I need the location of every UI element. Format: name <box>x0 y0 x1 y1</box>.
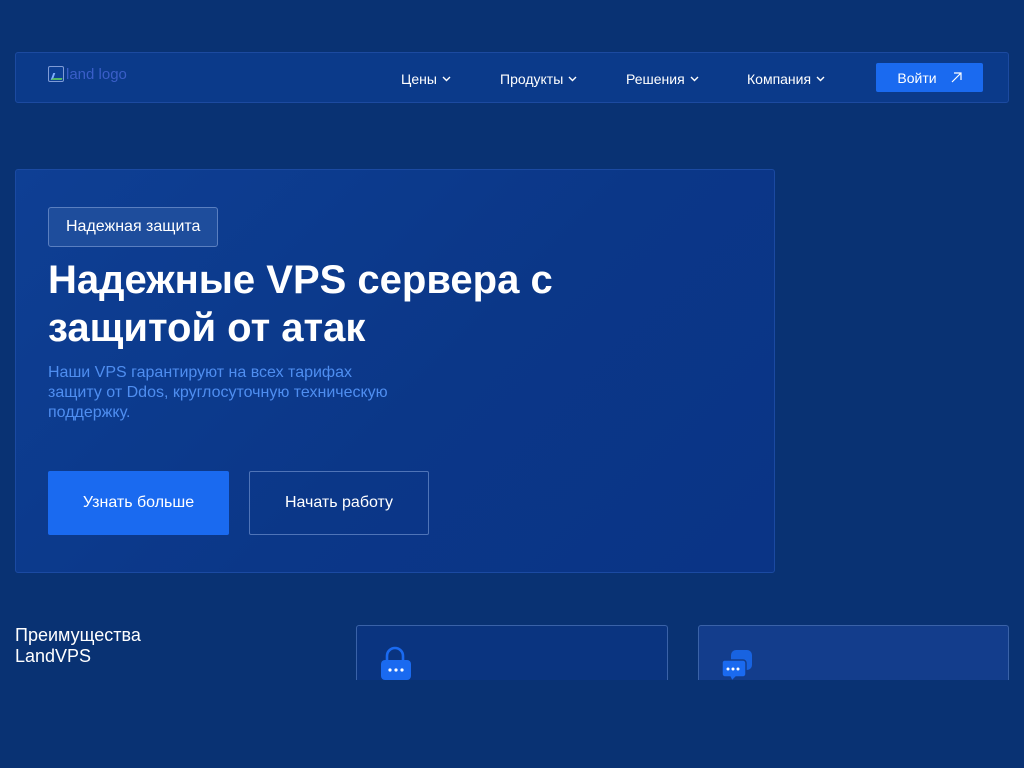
nav-item-solutions[interactable]: Решения <box>626 69 699 89</box>
nav-item-company[interactable]: Компания <box>747 69 825 89</box>
advantage-card-security <box>356 625 668 680</box>
chevron-down-icon <box>690 76 699 82</box>
get-started-button[interactable]: Начать работу <box>249 471 429 535</box>
login-button[interactable]: Войти <box>876 63 983 92</box>
chat-bubbles-icon <box>721 650 752 680</box>
lock-icon <box>381 646 411 680</box>
hero-card: Надежная защита Надежные VPS сервера с з… <box>15 169 775 573</box>
hero-title: Надежные VPS сервера с защитой от атак <box>48 258 553 350</box>
nav-item-prices[interactable]: Цены <box>401 69 451 89</box>
chevron-down-icon <box>816 76 825 82</box>
advantages-title: Преимущества LandVPS <box>15 625 141 666</box>
advantage-card-support <box>698 625 1009 680</box>
page: land logo Цены Продукты Решения Компания… <box>0 0 1024 768</box>
chevron-down-icon <box>442 76 451 82</box>
login-button-label: Войти <box>897 69 937 86</box>
hero-badge: Надежная защита <box>48 207 219 247</box>
nav-item-products[interactable]: Продукты <box>500 69 577 89</box>
nav-item-label: Цены <box>401 71 437 87</box>
nav-item-label: Решения <box>626 71 685 87</box>
chevron-down-icon <box>568 76 577 82</box>
hero-description: Наши VPS гарантируют на всех тарифах защ… <box>48 364 388 421</box>
arrow-up-right-icon <box>951 72 962 83</box>
site-logo[interactable]: land logo <box>48 64 127 84</box>
broken-image-icon <box>48 66 64 82</box>
nav-item-label: Продукты <box>500 71 564 87</box>
logo-alt-text: land logo <box>66 65 127 83</box>
learn-more-button[interactable]: Узнать больше <box>48 471 229 535</box>
nav-item-label: Компания <box>747 71 812 87</box>
top-navigation-bar: land logo Цены Продукты Решения Компания… <box>15 52 1009 103</box>
